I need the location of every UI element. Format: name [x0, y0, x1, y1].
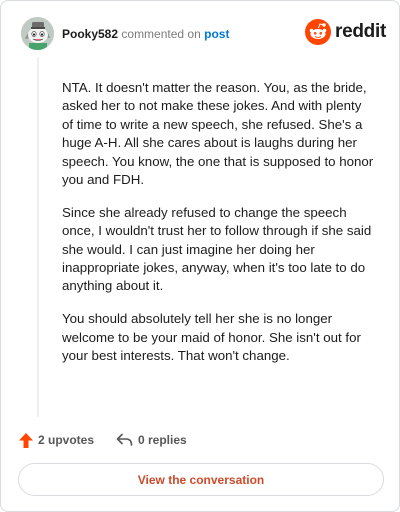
post-link[interactable]: post	[204, 27, 229, 41]
username-link[interactable]: Pooky582	[62, 27, 118, 41]
reddit-logo[interactable]: reddit	[305, 19, 386, 47]
comment-meta: Pooky582 commented on post	[62, 26, 229, 42]
reply-button[interactable]: 0 replies	[116, 431, 187, 449]
upvote-button[interactable]: 2 upvotes	[19, 431, 94, 449]
comment-paragraph: NTA. It doesn't matter the reason. You, …	[62, 80, 374, 188]
comment-card: Pooky582 commented on post reddit NTA. I…	[0, 0, 400, 512]
comment-paragraph: Since she already refused to change the …	[62, 204, 372, 294]
reddit-wordmark: reddit	[335, 21, 386, 42]
reddit-snoo-icon	[305, 19, 331, 45]
avatar-snoo-icon	[21, 17, 54, 50]
thread-line	[37, 57, 39, 417]
upvote-arrow-icon	[19, 432, 33, 448]
replies-count: 0 replies	[138, 433, 187, 447]
reply-arrow-icon	[116, 433, 133, 446]
comment-paragraph: You should absolutely tell her she is no…	[62, 311, 361, 364]
view-conversation-button[interactable]: View the conversation	[18, 463, 384, 496]
comment-header: Pooky582 commented on post reddit	[21, 17, 386, 53]
comment-body: NTA. It doesn't matter the reason. You, …	[62, 79, 374, 380]
upvotes-count: 2 upvotes	[38, 433, 95, 447]
user-avatar[interactable]	[21, 17, 54, 50]
commented-on-text: commented on	[121, 27, 201, 41]
comment-actions: 2 upvotes 0 replies	[19, 431, 319, 449]
